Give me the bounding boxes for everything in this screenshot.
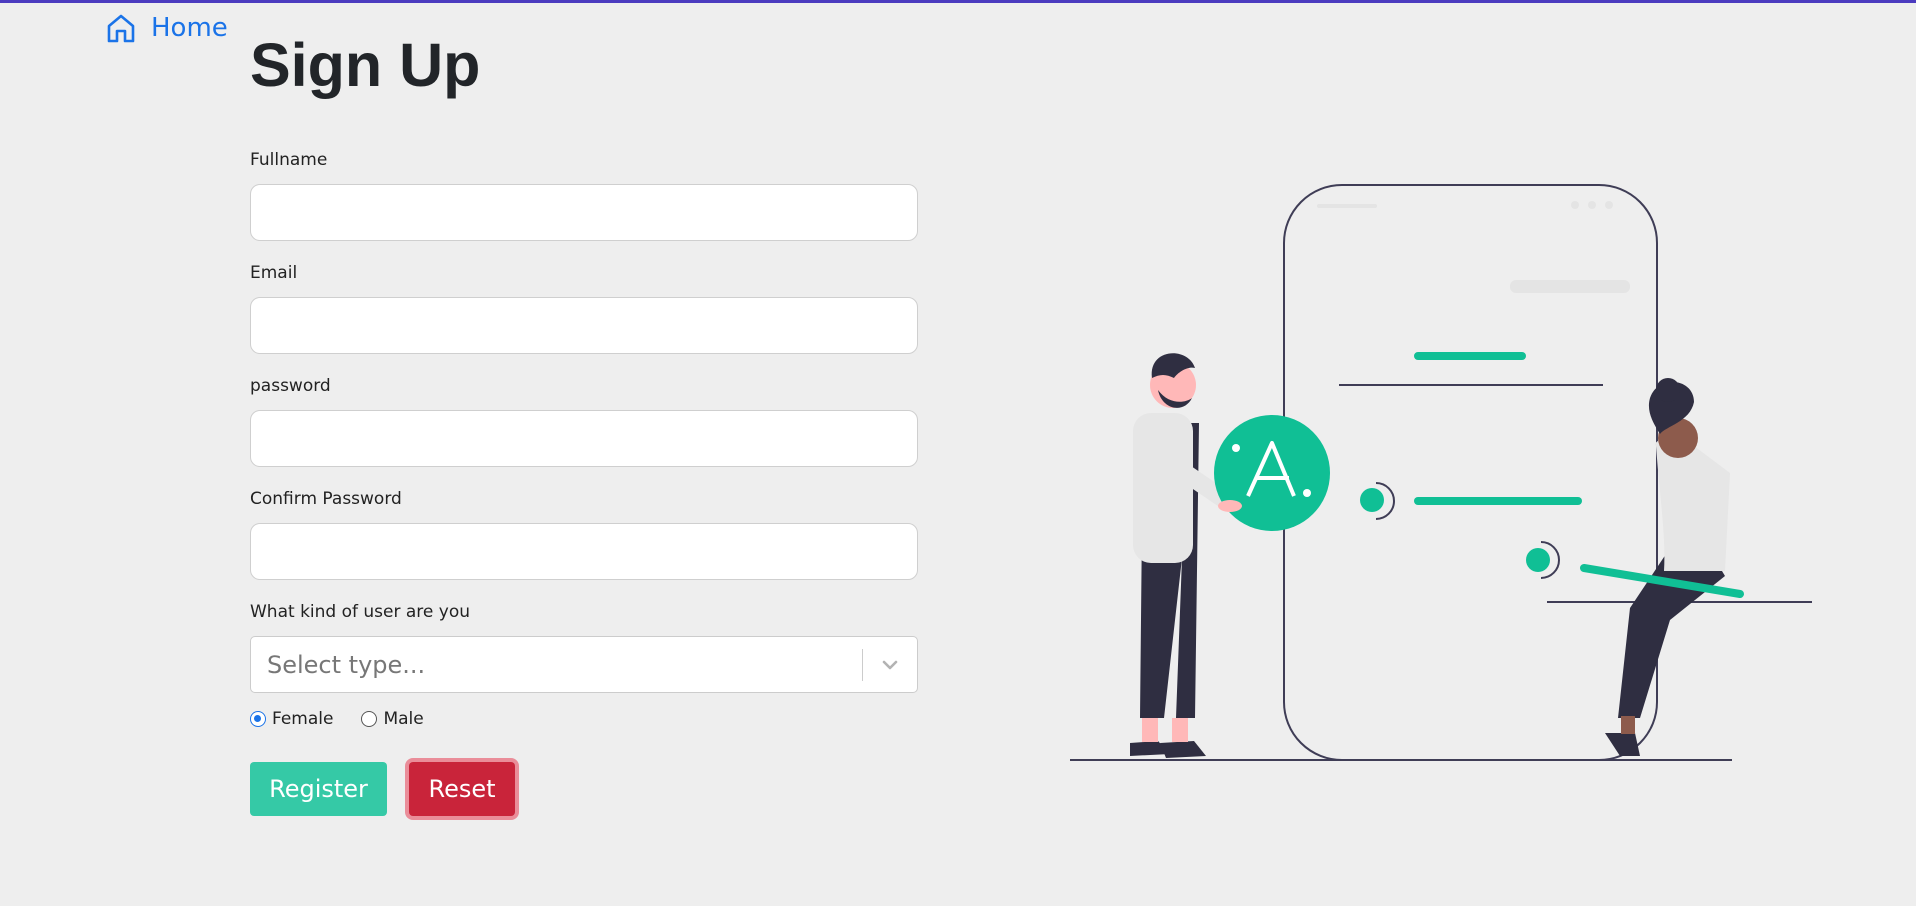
radio-female-button[interactable]: [250, 711, 266, 727]
confirm-password-label: Confirm Password: [250, 489, 402, 509]
phone-placeholder-bar: [1510, 280, 1630, 293]
page-title: Sign Up: [250, 31, 481, 99]
phone-green-bar: [1414, 352, 1526, 360]
user-type-placeholder: Select type...: [267, 650, 426, 679]
home-link[interactable]: Home: [105, 12, 228, 44]
phone-speaker: [1317, 204, 1377, 208]
password-label: password: [250, 376, 331, 396]
top-accent-bar: [0, 0, 1916, 3]
email-input[interactable]: [250, 297, 918, 354]
email-label: Email: [250, 263, 298, 283]
chevron-down-icon[interactable]: [863, 636, 917, 693]
fullname-label: Fullname: [250, 150, 328, 170]
radio-female-label: Female: [272, 709, 334, 729]
signup-form: Fullname Email password Confirm Password…: [250, 150, 918, 816]
confirm-password-input[interactable]: [250, 523, 918, 580]
home-icon: [107, 14, 135, 43]
phone-green-bar: [1414, 497, 1582, 505]
password-input[interactable]: [250, 410, 918, 467]
radio-female[interactable]: Female: [250, 709, 333, 729]
signup-illustration: A.: [1070, 184, 1812, 761]
man-figure: [1130, 353, 1231, 758]
woman-figure: [1580, 378, 1744, 756]
gender-radio-group: Female Male: [250, 709, 918, 729]
home-link-label: Home: [151, 13, 228, 43]
phone-outline: [1283, 184, 1658, 761]
fullname-input[interactable]: [250, 184, 918, 241]
user-type-select[interactable]: Select type...: [250, 636, 918, 693]
user-type-label: What kind of user are you: [250, 602, 471, 622]
radio-male[interactable]: Male: [361, 709, 424, 729]
radio-male-button[interactable]: [361, 711, 378, 727]
phone-dot: [1588, 201, 1596, 209]
badge-figure: A.: [1214, 415, 1330, 531]
phone-green-dot: [1360, 488, 1384, 512]
phone-dot: [1571, 201, 1579, 209]
phone-dot: [1605, 201, 1613, 209]
phone-green-dot: [1526, 548, 1550, 572]
register-button[interactable]: Register: [250, 762, 387, 816]
radio-male-label: Male: [383, 709, 424, 729]
reset-button[interactable]: Reset: [409, 762, 515, 816]
